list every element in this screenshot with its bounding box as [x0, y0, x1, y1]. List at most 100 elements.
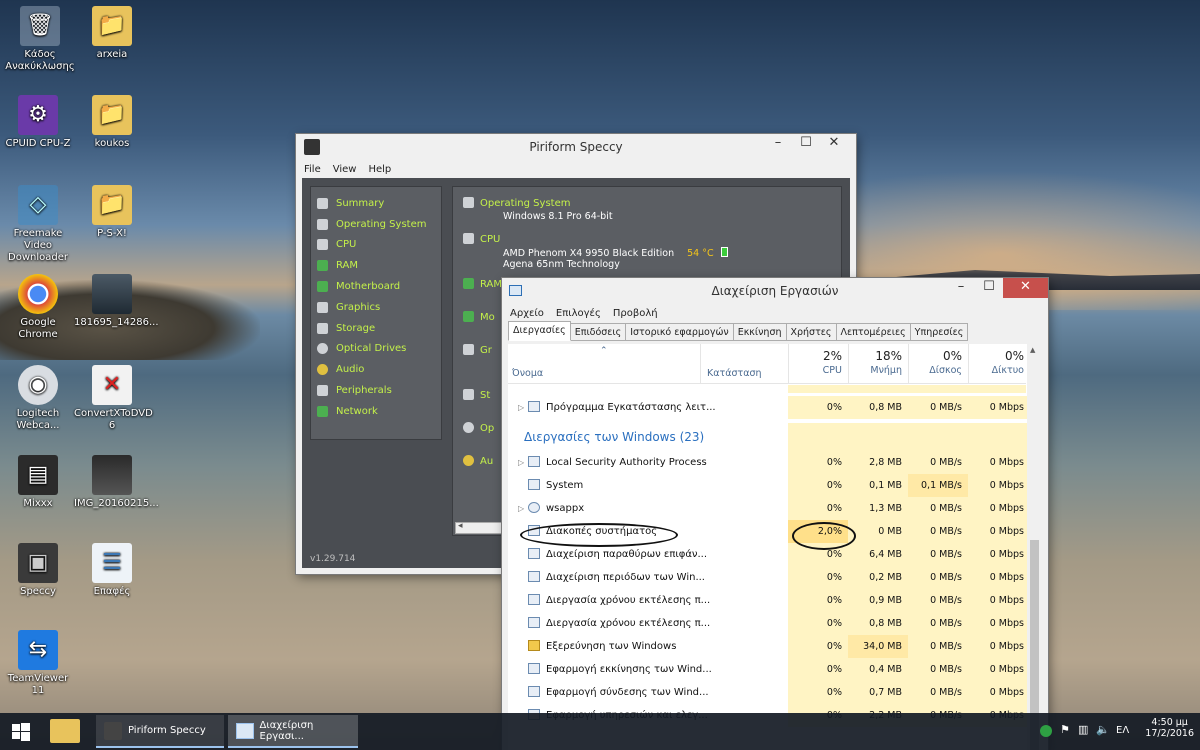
- storage-icon: [317, 322, 328, 334]
- minimize-button[interactable]: –: [947, 278, 975, 298]
- process-icon: [528, 456, 540, 467]
- nav-audio[interactable]: Audio: [317, 359, 441, 380]
- nav-summary[interactable]: Summary: [317, 193, 441, 214]
- group-row[interactable]: Διεργασίες των Windows (23): [508, 423, 1030, 451]
- menu-help[interactable]: Help: [368, 164, 391, 175]
- desktop-icon-speccy[interactable]: ▣ Speccy: [0, 543, 76, 598]
- tray-shield-icon[interactable]: [1040, 725, 1052, 737]
- nav-peripherals[interactable]: Peripherals: [317, 380, 441, 401]
- network-tray-icon[interactable]: ▥: [1078, 723, 1088, 736]
- maximize-button[interactable]: ☐: [792, 134, 820, 154]
- desktop-icon-cpuz[interactable]: ⚙ CPUID CPU-Z: [0, 95, 76, 150]
- nav-graphics[interactable]: Graphics: [317, 297, 441, 318]
- desktop-icon-img-20160215[interactable]: IMG_20160215...: [74, 455, 159, 510]
- maximize-button[interactable]: ☐: [975, 278, 1003, 298]
- close-button[interactable]: ✕: [1003, 278, 1048, 298]
- section-os: Operating System: [463, 197, 570, 209]
- desktop-icon-teamviewer[interactable]: ⇆ TeamViewer 11: [0, 630, 76, 697]
- clock[interactable]: 4:50 μμ 17/2/2016: [1145, 717, 1194, 739]
- menu-file[interactable]: Αρχείο: [510, 308, 544, 319]
- col-disk[interactable]: 0% Δίσκος: [908, 344, 968, 384]
- table-row[interactable]: ▷ Local Security Authority Process 0% 2,8…: [508, 451, 1030, 474]
- scroll-left-icon[interactable]: ◂: [458, 521, 463, 531]
- col-status[interactable]: Κατάσταση: [700, 344, 788, 384]
- desktop-icon-mixxx[interactable]: ▤ Mixxx: [0, 455, 76, 510]
- table-row[interactable]: ▷ wsappx 0% 1,3 MB 0 MB/s 0 Mbps: [508, 497, 1030, 520]
- folder-icon: 📁: [92, 185, 132, 225]
- expand-icon[interactable]: ▷: [518, 458, 528, 467]
- windows-logo-icon: [12, 722, 30, 741]
- taskmgr-tabs: Διεργασίες Επιδόσεις Ιστορικό εφαρμογών …: [508, 321, 969, 341]
- desktop-icon-logitech[interactable]: ◉ Logitech Webca...: [0, 365, 76, 432]
- tab-details[interactable]: Λεπτομέρειες: [836, 323, 911, 341]
- col-cpu[interactable]: 2% CPU: [788, 344, 848, 384]
- audio-icon: [463, 455, 474, 466]
- table-row[interactable]: Εξερεύνηση των Windows 0% 34,0 MB 0 MB/s…: [508, 635, 1030, 658]
- tab-app-history[interactable]: Ιστορικό εφαρμογών: [626, 323, 734, 341]
- process-icon: [528, 617, 540, 628]
- taskbar-speccy[interactable]: Piriform Speccy: [96, 715, 224, 748]
- desktop-icon-convertx[interactable]: ✕ ConvertXToDVD 6: [74, 365, 153, 432]
- tab-startup[interactable]: Εκκίνηση: [733, 323, 787, 341]
- nav-cpu[interactable]: CPU: [317, 235, 441, 256]
- storage-icon: [463, 389, 474, 400]
- table-row[interactable]: Διαχείριση περιόδων των Win... 0% 0,2 MB…: [508, 566, 1030, 589]
- chrome-icon: [18, 274, 58, 314]
- nav-optical-drives[interactable]: Optical Drives: [317, 339, 441, 360]
- desktop-icon-recycle-bin[interactable]: 🗑 Κάδος Ανακύκλωσης: [2, 6, 78, 73]
- process-icon: [528, 548, 540, 559]
- table-row[interactable]: [508, 385, 1026, 393]
- start-button[interactable]: [0, 713, 42, 750]
- volume-icon[interactable]: 🔈: [1096, 723, 1110, 736]
- desktop-icon-image-181695[interactable]: 181695_14286...: [74, 274, 159, 329]
- col-name[interactable]: Όνομα: [512, 368, 543, 379]
- tab-processes[interactable]: Διεργασίες: [508, 321, 571, 341]
- table-row[interactable]: System 0% 0,1 MB 0,1 MB/s 0 Mbps: [508, 474, 1030, 497]
- scroll-up-icon[interactable]: ▲: [1030, 346, 1035, 354]
- language-indicator[interactable]: ΕΛ: [1116, 725, 1129, 736]
- col-memory[interactable]: 18% Μνήμη: [848, 344, 908, 384]
- menu-file[interactable]: File: [304, 164, 321, 175]
- group-label: Διεργασίες των Windows (23): [524, 430, 705, 444]
- temperature-icon: [720, 247, 728, 257]
- expand-icon[interactable]: ▷: [518, 504, 528, 513]
- menu-view[interactable]: View: [333, 164, 357, 175]
- table-row[interactable]: Διεργασία χρόνου εκτέλεσης π... 0% 0,9 M…: [508, 589, 1030, 612]
- minimize-button[interactable]: –: [764, 134, 792, 154]
- process-list-scrollbar[interactable]: ▲: [1027, 344, 1042, 750]
- nav-motherboard[interactable]: Motherboard: [317, 276, 441, 297]
- nav-ram[interactable]: RAM: [317, 255, 441, 276]
- taskmgr-window[interactable]: Διαχείριση Εργασιών – ☐ ✕ Αρχείο Επιλογέ…: [502, 278, 1048, 750]
- windows-icon: [317, 218, 328, 230]
- speccy-titlebar[interactable]: Piriform Speccy – ☐ ✕: [296, 134, 856, 161]
- section-ram: RAM: [463, 278, 502, 290]
- nav-storage[interactable]: Storage: [317, 318, 441, 339]
- tray-flag-icon[interactable]: ⚑: [1060, 723, 1070, 736]
- menu-options[interactable]: Επιλογές: [556, 308, 601, 319]
- tab-performance[interactable]: Επιδόσεις: [570, 323, 627, 341]
- expand-icon[interactable]: ▷: [518, 403, 528, 412]
- table-row[interactable]: Διεργασία χρόνου εκτέλεσης π... 0% 0,8 M…: [508, 612, 1030, 635]
- file-explorer-icon[interactable]: [50, 719, 80, 743]
- desktop-icon-chrome[interactable]: Google Chrome: [0, 274, 76, 341]
- table-row[interactable]: Εφαρμογή σύνδεσης των Wind... 0% 0,7 MB …: [508, 681, 1030, 704]
- nav-network[interactable]: Network: [317, 401, 441, 422]
- section-optical: Op: [463, 422, 494, 434]
- explorer-folder-icon: [528, 640, 540, 651]
- taskbar-taskmgr[interactable]: Διαχείριση Εργασι...: [228, 715, 358, 748]
- table-row[interactable]: ▷ Πρόγραμμα Εγκατάστασης λειτ... 0% 0,8 M…: [508, 396, 1030, 419]
- desktop-icon-psx[interactable]: 📁 P-S-X!: [74, 185, 150, 240]
- desktop-icon-arxeia[interactable]: 📁 arxeia: [74, 6, 150, 61]
- taskmgr-titlebar[interactable]: Διαχείριση Εργασιών – ☐ ✕: [502, 278, 1048, 305]
- desktop-icon-freemake[interactable]: ◇ Freemake Video Downloader: [0, 185, 76, 264]
- tab-users[interactable]: Χρήστες: [786, 323, 837, 341]
- tab-services[interactable]: Υπηρεσίες: [910, 323, 969, 341]
- desktop-icon-koukos[interactable]: 📁 koukos: [74, 95, 150, 150]
- menu-view[interactable]: Προβολή: [613, 308, 658, 319]
- col-network[interactable]: 0% Δίκτυο: [968, 344, 1030, 384]
- convertx-icon: ✕: [92, 365, 132, 405]
- table-row[interactable]: Εφαρμογή εκκίνησης των Wind... 0% 0,4 MB…: [508, 658, 1030, 681]
- close-button[interactable]: ✕: [820, 134, 848, 154]
- nav-operating-system[interactable]: Operating System: [317, 214, 441, 235]
- desktop-icon-contacts[interactable]: ☰ Επαφές: [74, 543, 150, 598]
